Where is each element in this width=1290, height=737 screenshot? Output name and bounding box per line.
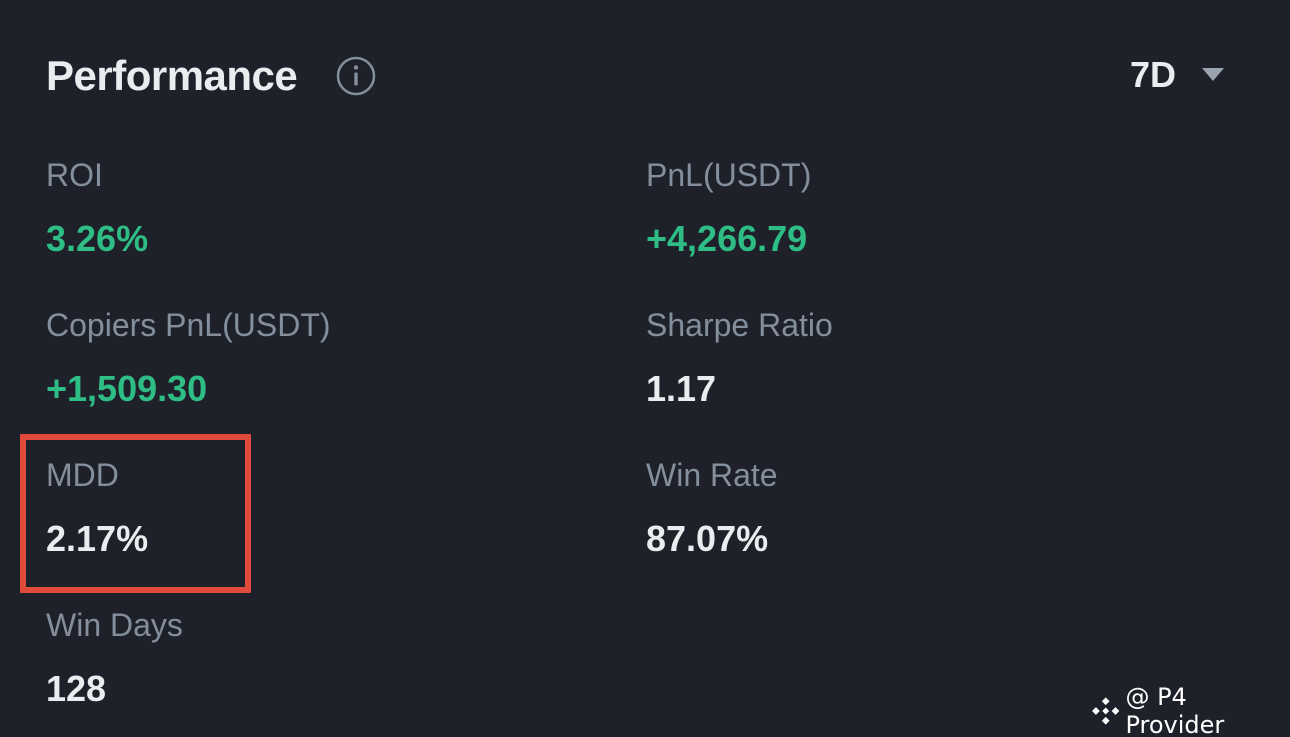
metric-roi: ROI 3.26%	[46, 155, 606, 261]
metric-sharpe-ratio: Sharpe Ratio 1.17	[646, 305, 1206, 411]
metric-label: Win Days	[46, 607, 183, 643]
binance-logo-icon	[1092, 697, 1120, 725]
caret-down-icon	[1202, 68, 1225, 81]
info-icon[interactable]	[336, 56, 376, 96]
page-title: Performance	[46, 52, 298, 99]
metric-copiers-pnl: Copiers PnL(USDT) +1,509.30	[46, 305, 606, 411]
metric-value: 3.26%	[46, 218, 149, 259]
metric-label: PnL(USDT)	[646, 157, 812, 193]
metric-win-days: Win Days 128	[46, 605, 606, 711]
mdd-highlight-box	[20, 434, 251, 593]
metric-value: +4,266.79	[646, 218, 808, 259]
metric-label: Sharpe Ratio	[646, 307, 833, 343]
metric-value: +1,509.30	[46, 368, 208, 409]
metric-label: Win Rate	[646, 457, 778, 493]
watermark-text: @ P4 Provider	[1125, 683, 1225, 737]
metric-value: 1.17	[646, 368, 717, 409]
period-label: 7D	[1130, 54, 1177, 95]
metric-label: ROI	[46, 157, 103, 193]
period-selector[interactable]: 7D	[1130, 50, 1225, 100]
watermark: @ P4 Provider	[1092, 683, 1290, 737]
metric-label: Copiers PnL(USDT)	[46, 307, 331, 343]
metric-pnl: PnL(USDT) +4,266.79	[646, 155, 1206, 261]
metric-win-rate: Win Rate 87.07%	[646, 455, 1206, 561]
metric-value: 128	[46, 668, 107, 709]
metric-value: 87.07%	[646, 518, 769, 559]
